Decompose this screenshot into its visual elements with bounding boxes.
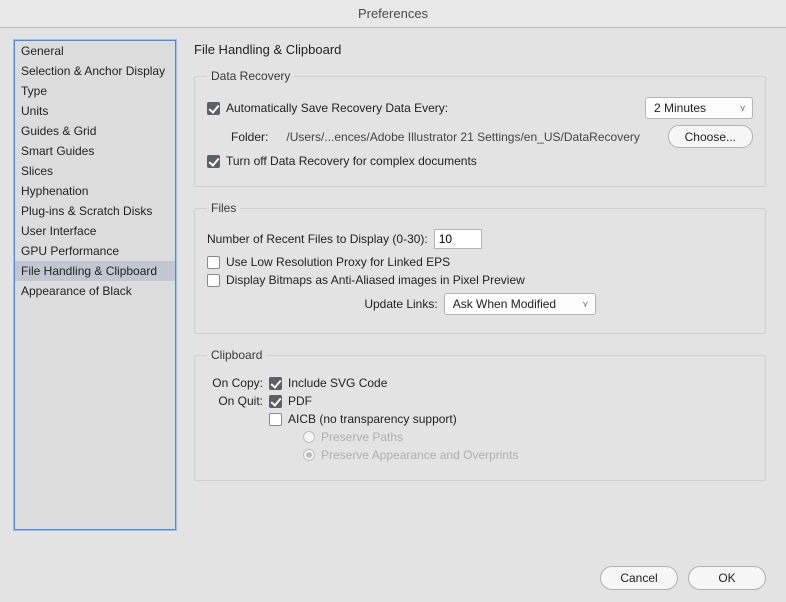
chevron-down-icon: ⋎ [739,103,746,114]
update-links-label: Update Links: [364,297,437,311]
cancel-button[interactable]: Cancel [600,566,678,590]
titlebar: Preferences [0,0,786,28]
group-files: Files Number of Recent Files to Display … [194,201,766,334]
checkbox-turn-off-complex[interactable] [207,155,220,168]
sidebar-item[interactable]: Guides & Grid [15,121,175,141]
checkbox-aicb[interactable] [269,413,282,426]
group-files-legend: Files [207,201,240,215]
sidebar-item[interactable]: Selection & Anchor Display [15,61,175,81]
folder-label: Folder: [231,130,268,144]
radio-preserve-appearance [303,449,315,461]
radio-preserve-appearance-label: Preserve Appearance and Overprints [321,448,518,462]
content: GeneralSelection & Anchor DisplayTypeUni… [0,28,786,580]
checkbox-auto-save[interactable] [207,102,220,115]
recent-files-label: Number of Recent Files to Display (0-30)… [207,232,428,246]
sidebar-item[interactable]: General [15,41,175,61]
checkbox-bitmap-antialias-label: Display Bitmaps as Anti-Aliased images i… [226,273,525,287]
group-clipboard: Clipboard On Copy: Include SVG Code On Q… [194,348,766,481]
sidebar-item[interactable]: Smart Guides [15,141,175,161]
sidebar-item[interactable]: Appearance of Black [15,281,175,301]
radio-preserve-paths-label: Preserve Paths [321,430,403,444]
choose-button[interactable]: Choose... [668,125,753,148]
checkbox-aicb-label: AICB (no transparency support) [288,412,457,426]
sidebar-item[interactable]: Hyphenation [15,181,175,201]
checkbox-include-svg[interactable] [269,377,282,390]
checkbox-low-res-proxy-label: Use Low Resolution Proxy for Linked EPS [226,255,450,269]
checkbox-auto-save-label: Automatically Save Recovery Data Every: [226,101,448,115]
group-clipboard-legend: Clipboard [207,348,266,362]
checkbox-pdf-label: PDF [288,394,312,408]
radio-preserve-paths [303,431,315,443]
group-data-recovery: Data Recovery Automatically Save Recover… [194,69,766,187]
select-interval-value: 2 Minutes [654,101,706,115]
sidebar-item[interactable]: User Interface [15,221,175,241]
checkbox-pdf[interactable] [269,395,282,408]
sidebar-item[interactable]: Type [15,81,175,101]
sidebar-item[interactable]: Slices [15,161,175,181]
on-quit-label: On Quit: [207,394,263,408]
checkbox-include-svg-label: Include SVG Code [288,376,387,390]
sidebar-item[interactable]: Plug-ins & Scratch Disks [15,201,175,221]
checkbox-bitmap-antialias[interactable] [207,274,220,287]
sidebar-item[interactable]: File Handling & Clipboard [15,261,175,281]
group-data-recovery-legend: Data Recovery [207,69,294,83]
sidebar-item[interactable]: Units [15,101,175,121]
checkbox-turn-off-complex-label: Turn off Data Recovery for complex docum… [226,154,477,168]
main-panel: File Handling & Clipboard Data Recovery … [194,40,772,530]
folder-path: /Users/...ences/Adobe Illustrator 21 Set… [286,130,640,144]
select-interval[interactable]: 2 Minutes ⋎ [645,97,753,119]
panel-title: File Handling & Clipboard [194,42,766,57]
dialog-footer: Cancel OK [600,566,766,590]
checkbox-low-res-proxy[interactable] [207,256,220,269]
sidebar[interactable]: GeneralSelection & Anchor DisplayTypeUni… [14,40,176,530]
chevron-down-icon: ⋎ [582,299,589,310]
select-update-links-value: Ask When Modified [453,297,556,311]
recent-files-input[interactable] [434,229,482,249]
on-copy-label: On Copy: [207,376,263,390]
window-title: Preferences [358,6,428,21]
ok-button[interactable]: OK [688,566,766,590]
sidebar-item[interactable]: GPU Performance [15,241,175,261]
select-update-links[interactable]: Ask When Modified ⋎ [444,293,596,315]
